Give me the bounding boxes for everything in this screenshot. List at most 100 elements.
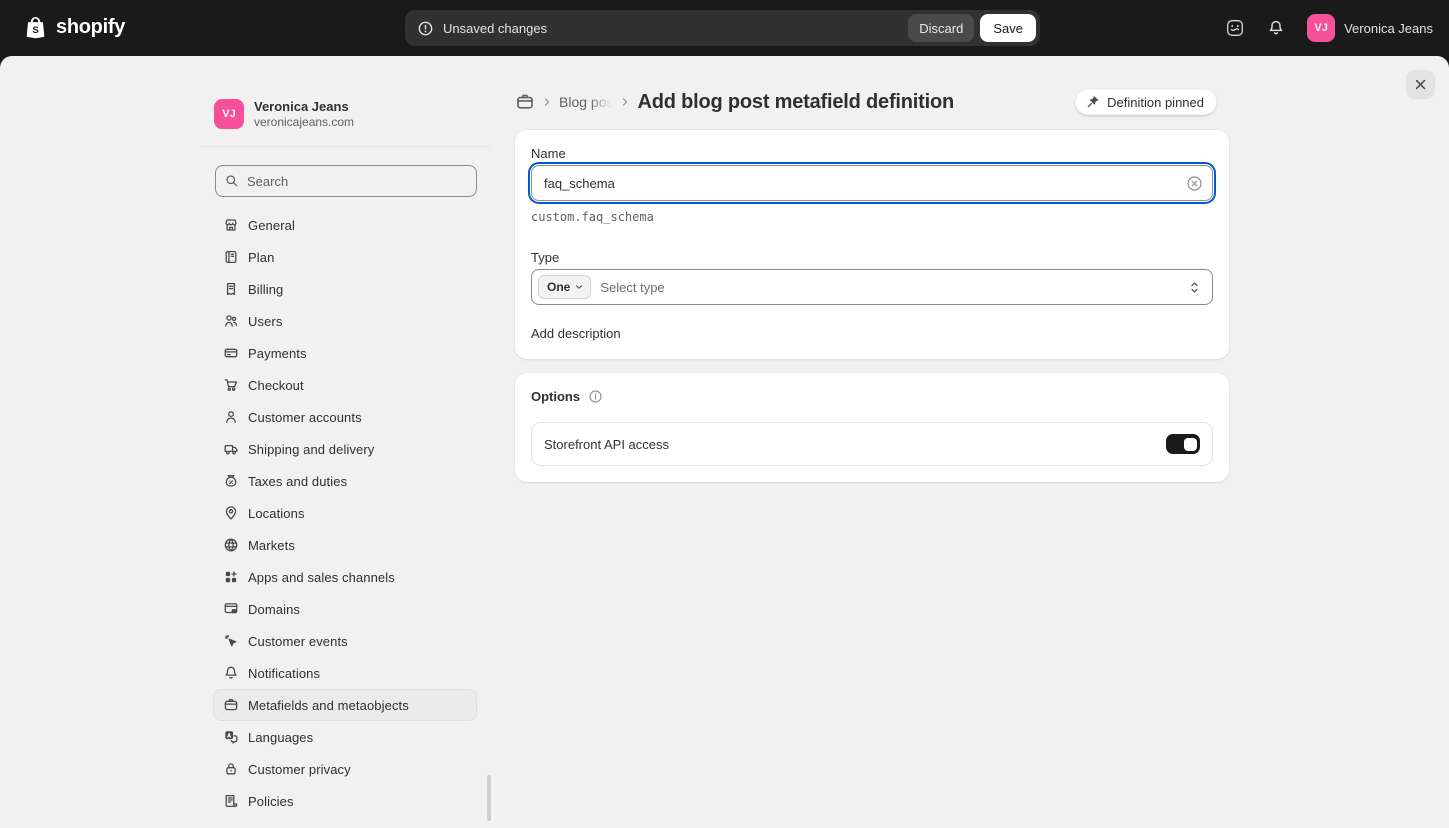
options-title: Options bbox=[531, 389, 580, 404]
sidebar-item-general[interactable]: General bbox=[213, 209, 477, 241]
shopify-bag-icon: S bbox=[22, 14, 49, 41]
info-icon[interactable] bbox=[588, 389, 603, 404]
sidebar-item-label: Plan bbox=[248, 250, 274, 265]
sidebar-item-users[interactable]: Users bbox=[213, 305, 477, 337]
sidebar-item-policies[interactable]: Policies bbox=[213, 785, 477, 817]
languages-icon bbox=[223, 729, 239, 745]
page-title: Add blog post metafield definition bbox=[637, 91, 954, 114]
unsaved-alert-icon bbox=[417, 20, 434, 37]
breadcrumb-chevron-icon bbox=[618, 95, 632, 109]
sidebar-item-notifications[interactable]: Notifications bbox=[213, 657, 477, 689]
storefront-api-label: Storefront API access bbox=[544, 437, 669, 452]
sidebar-item-taxes-and-duties[interactable]: Taxes and duties bbox=[213, 465, 477, 497]
sidebar-item-customer-events[interactable]: Customer events bbox=[213, 625, 477, 657]
settings-sidebar: VJ Veronica Jeans veronicajeans.com Gene… bbox=[200, 90, 490, 828]
svg-text:S: S bbox=[32, 25, 38, 36]
sidebar-scrollbar[interactable] bbox=[487, 775, 491, 821]
sidebar-item-label: Metafields and metaobjects bbox=[248, 698, 409, 713]
apps-icon bbox=[223, 569, 239, 585]
storefront-api-row: Storefront API access bbox=[531, 422, 1213, 466]
storefront-api-access-toggle[interactable] bbox=[1166, 434, 1200, 454]
definition-card: Name custom.faq_schema Type One Select t… bbox=[515, 130, 1229, 359]
sidebar-item-label: Domains bbox=[248, 602, 300, 617]
payments-icon bbox=[223, 345, 239, 361]
locations-icon bbox=[223, 505, 239, 521]
sidebar-item-label: Customer privacy bbox=[248, 762, 351, 777]
notification-bell-icon[interactable] bbox=[1267, 19, 1285, 37]
settings-nav: General Plan Billing UsersPayments Checkout C… bbox=[200, 209, 490, 817]
users-icon bbox=[223, 313, 239, 329]
page-header: Blog pos Add blog post metafield definit… bbox=[515, 88, 1229, 116]
sidebar-item-metafields-and-metaobjects[interactable]: Metafields and metaobjects bbox=[213, 689, 477, 721]
breadcrumb-blog-posts[interactable]: Blog pos bbox=[559, 94, 613, 110]
checkout-icon bbox=[223, 377, 239, 393]
privacy-icon bbox=[223, 761, 239, 777]
toggle-knob bbox=[1184, 438, 1197, 451]
clear-name-icon[interactable] bbox=[1186, 175, 1203, 192]
sidebar-item-label: Languages bbox=[248, 730, 313, 745]
sidebar-item-label: Markets bbox=[248, 538, 295, 553]
sidebar-item-languages[interactable]: Languages bbox=[213, 721, 477, 753]
name-input[interactable] bbox=[532, 166, 1212, 200]
shopify-wordmark: shopify bbox=[56, 16, 125, 39]
sidebar-item-label: Billing bbox=[248, 282, 283, 297]
sidebar-item-label: Policies bbox=[248, 794, 294, 809]
shopify-logo[interactable]: S shopify bbox=[22, 14, 125, 41]
sidebar-item-label: Shipping and delivery bbox=[248, 442, 374, 457]
options-header: Options bbox=[531, 389, 1213, 404]
customer-events-icon bbox=[223, 633, 239, 649]
cardinality-dropdown[interactable]: One bbox=[538, 275, 591, 299]
store-avatar: VJ bbox=[214, 99, 244, 129]
sidebar-item-label: General bbox=[248, 218, 295, 233]
select-updown-icon bbox=[1187, 280, 1202, 295]
sidebar-item-label: Taxes and duties bbox=[248, 474, 347, 489]
sidebar-item-customer-accounts[interactable]: Customer accounts bbox=[213, 401, 477, 433]
sidebar-item-locations[interactable]: Locations bbox=[213, 497, 477, 529]
sidebar-item-checkout[interactable]: Checkout bbox=[213, 369, 477, 401]
main-content: Blog pos Add blog post metafield definit… bbox=[515, 88, 1229, 482]
sidebar-item-payments[interactable]: Payments bbox=[213, 337, 477, 369]
sidebar-item-markets[interactable]: Markets bbox=[213, 529, 477, 561]
type-select[interactable]: One Select type bbox=[531, 269, 1213, 305]
customer-accounts-icon bbox=[223, 409, 239, 425]
type-placeholder: Select type bbox=[600, 280, 664, 295]
sidebar-item-label: Apps and sales channels bbox=[248, 570, 395, 585]
add-description-button[interactable]: Add description bbox=[531, 326, 621, 341]
shopify-admin: S shopify Unsaved changes Discard Save V… bbox=[0, 0, 1449, 828]
unsaved-changes-bar: Unsaved changes Discard Save bbox=[405, 10, 1040, 46]
sidebar-item-apps-and-sales-channels[interactable]: Apps and sales channels bbox=[213, 561, 477, 593]
user-name: Veronica Jeans bbox=[1344, 21, 1433, 36]
sidebar-item-shipping-and-delivery[interactable]: Shipping and delivery bbox=[213, 433, 477, 465]
settings-workspace: VJ Veronica Jeans veronicajeans.com Gene… bbox=[0, 56, 1449, 828]
store-domain: veronicajeans.com bbox=[254, 115, 354, 130]
metafields-breadcrumb-icon bbox=[515, 92, 535, 112]
sidebar-item-label: Customer events bbox=[248, 634, 348, 649]
chevron-down-icon bbox=[573, 281, 585, 293]
policies-icon bbox=[223, 793, 239, 809]
type-label: Type bbox=[531, 250, 1213, 265]
plan-icon bbox=[223, 249, 239, 265]
user-menu[interactable]: VJ Veronica Jeans bbox=[1307, 14, 1433, 42]
sidebar-search bbox=[215, 165, 477, 197]
discard-button[interactable]: Discard bbox=[908, 14, 974, 42]
close-button[interactable] bbox=[1406, 70, 1435, 99]
namespace-key: custom.faq_schema bbox=[531, 210, 1213, 224]
notifications-icon bbox=[223, 665, 239, 681]
sidebar-item-label: Locations bbox=[248, 506, 305, 521]
search-input[interactable] bbox=[215, 165, 477, 197]
markets-icon bbox=[223, 537, 239, 553]
unsaved-actions: Discard Save bbox=[908, 14, 1036, 42]
search-icon bbox=[224, 173, 239, 188]
sidebar-item-plan[interactable]: Plan bbox=[213, 241, 477, 273]
sidekick-icon[interactable] bbox=[1225, 18, 1245, 38]
definition-pinned-button[interactable]: Definition pinned bbox=[1075, 89, 1217, 115]
store-icon bbox=[223, 217, 239, 233]
sidebar-item-billing[interactable]: Billing bbox=[213, 273, 477, 305]
breadcrumb-chevron-icon bbox=[540, 95, 554, 109]
save-button[interactable]: Save bbox=[980, 14, 1036, 42]
sidebar-item-label: Checkout bbox=[248, 378, 304, 393]
pin-icon bbox=[1086, 95, 1100, 109]
domains-icon bbox=[223, 601, 239, 617]
sidebar-item-domains[interactable]: Domains bbox=[213, 593, 477, 625]
sidebar-item-customer-privacy[interactable]: Customer privacy bbox=[213, 753, 477, 785]
